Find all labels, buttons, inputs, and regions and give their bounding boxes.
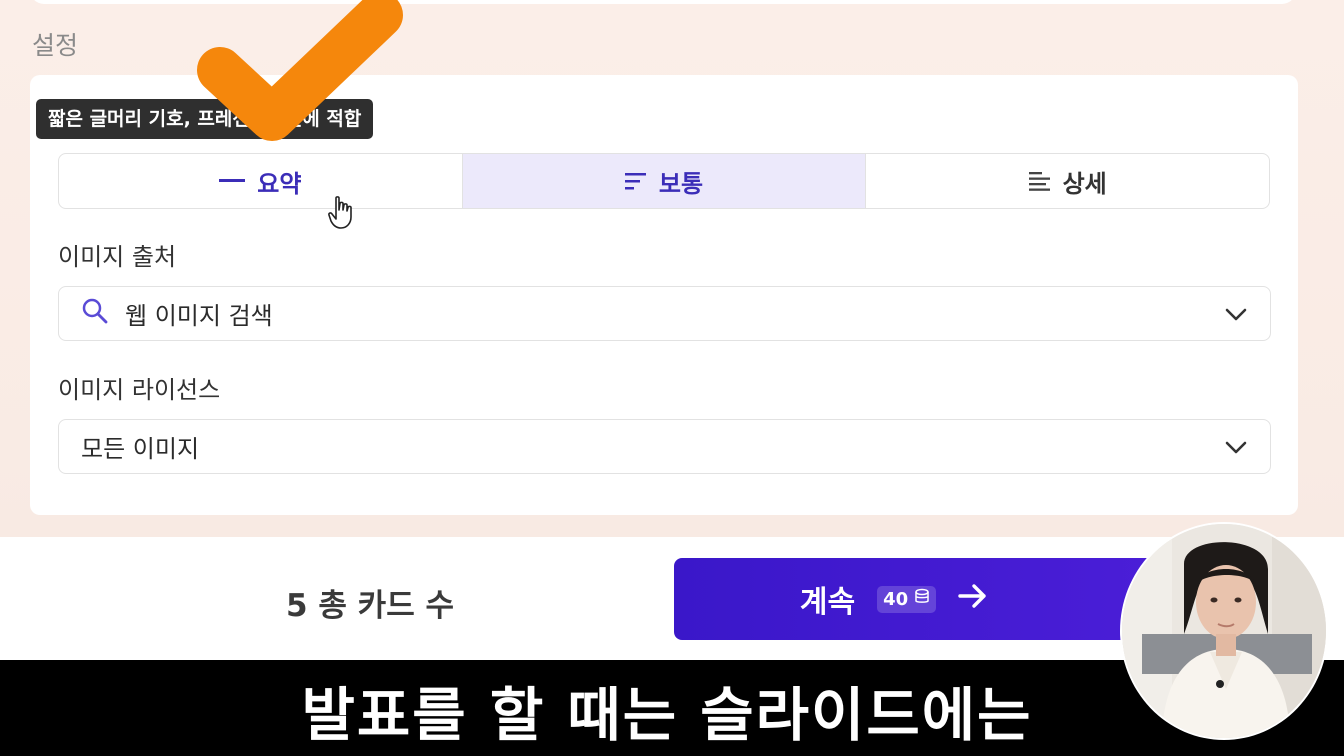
credit-badge: 40 xyxy=(877,585,937,613)
detail-option-label: 요약 xyxy=(257,169,302,198)
lines-medium-icon xyxy=(624,172,647,190)
credit-count: 40 xyxy=(883,588,909,610)
checkmark-icon xyxy=(197,0,403,141)
image-license-value: 모든 이미지 xyxy=(81,435,200,463)
continue-button[interactable]: 계속 40 xyxy=(674,558,1174,640)
continue-label: 계속 xyxy=(799,585,856,620)
section-title: 설정 xyxy=(32,31,79,60)
chevron-down-icon xyxy=(1224,303,1248,331)
image-license-label: 이미지 라이선스 xyxy=(58,376,221,404)
presenter-video xyxy=(1120,522,1328,740)
search-icon xyxy=(81,297,109,331)
detail-option-label: 상세 xyxy=(1062,169,1107,198)
image-license-select[interactable]: 모든 이미지 xyxy=(58,419,1271,474)
hand-cursor-icon xyxy=(328,196,352,229)
lines-detailed-icon xyxy=(1028,171,1051,191)
image-source-label: 이미지 출처 xyxy=(58,243,177,271)
dash-icon xyxy=(219,179,246,183)
detail-option-normal[interactable]: 보통 xyxy=(462,154,867,208)
detail-option-detailed[interactable]: 상세 xyxy=(866,154,1269,208)
arrow-right-icon xyxy=(958,582,988,617)
detail-option-label: 보통 xyxy=(658,169,704,198)
card-count: 5 총 카드 수 xyxy=(286,588,455,624)
image-source-select[interactable]: 웹 이미지 검색 xyxy=(58,286,1271,341)
image-source-value: 웹 이미지 검색 xyxy=(125,302,273,330)
coins-icon xyxy=(912,588,930,611)
chevron-down-icon xyxy=(1224,436,1248,464)
